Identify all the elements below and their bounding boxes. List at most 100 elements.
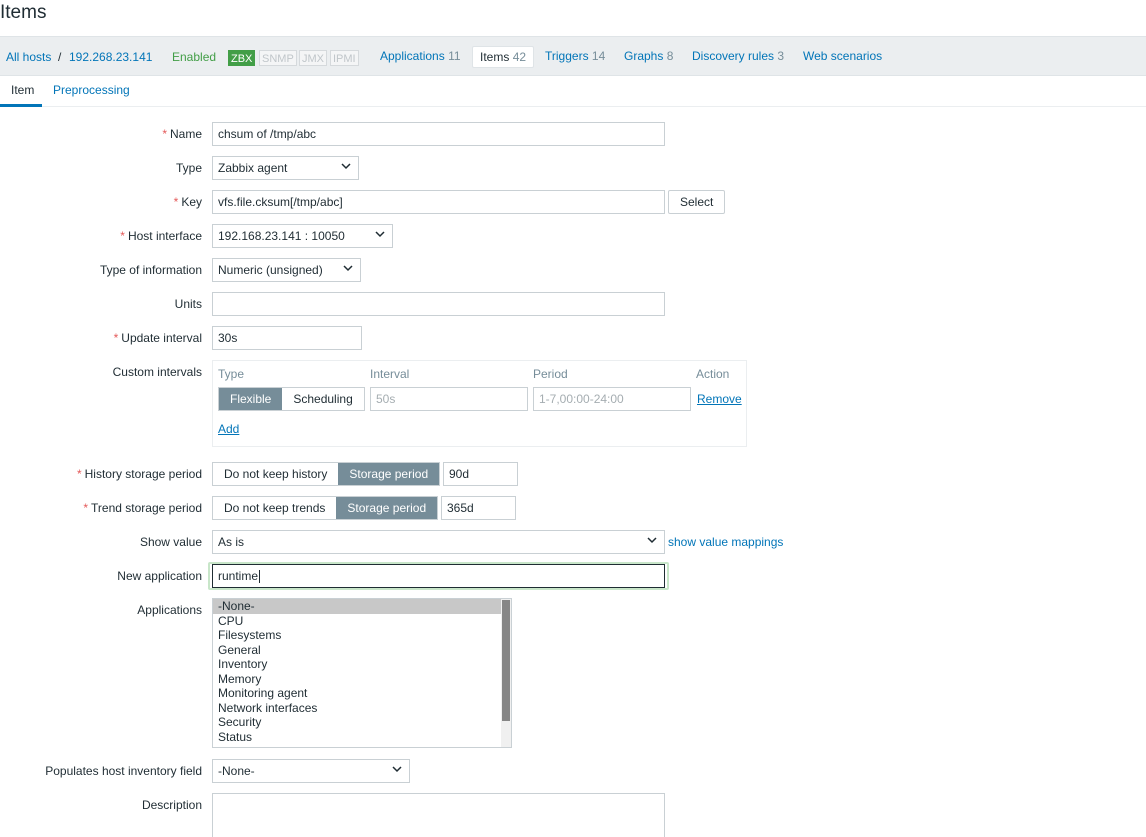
select-value: Zabbix agent bbox=[218, 161, 288, 175]
form-tabs: Item Preprocessing bbox=[0, 77, 1146, 107]
storage-period-option[interactable]: Storage period bbox=[338, 463, 440, 485]
chevron-down-icon bbox=[341, 163, 351, 170]
select-value: Numeric (unsigned) bbox=[218, 263, 323, 277]
host-status-enabled[interactable]: Enabled bbox=[172, 50, 216, 64]
listbox-scrollbar[interactable] bbox=[501, 599, 511, 747]
breadcrumb-separator: / bbox=[58, 50, 62, 64]
trend-storage-toggle: Do not keep trends Storage period bbox=[212, 496, 439, 520]
list-item[interactable]: Inventory bbox=[213, 657, 502, 672]
inventory-field-select[interactable]: -None- bbox=[212, 759, 410, 783]
period-input[interactable]: 1-7,00:00-24:00 bbox=[533, 387, 691, 411]
storage-period-option[interactable]: Storage period bbox=[336, 497, 438, 519]
tab-count: 14 bbox=[591, 49, 606, 63]
label-text: Host interface bbox=[127, 229, 202, 243]
do-not-keep-trends-option[interactable]: Do not keep trends bbox=[213, 497, 336, 519]
trend-period-input[interactable]: 365d bbox=[441, 496, 516, 520]
zbx-availability-badge: ZBX bbox=[228, 50, 256, 66]
list-item[interactable]: Monitoring agent bbox=[213, 686, 502, 701]
tab-web-scenarios[interactable]: Web scenarios bbox=[796, 46, 889, 68]
applications-listbox[interactable]: -None- CPU Filesystems General Inventory… bbox=[212, 598, 512, 748]
select-value: 192.168.23.141 : 10050 bbox=[218, 229, 345, 243]
key-input[interactable]: vfs.file.cksum[/tmp/abc] bbox=[212, 190, 665, 214]
column-interval: Interval bbox=[370, 367, 410, 381]
active-tab-indicator bbox=[0, 104, 42, 107]
list-item[interactable]: Filesystems bbox=[213, 628, 502, 643]
column-type: Type bbox=[218, 367, 245, 381]
applications-label: Applications bbox=[137, 603, 202, 617]
name-input[interactable]: chsum of /tmp/abc bbox=[212, 122, 665, 146]
label-text: Trend storage period bbox=[91, 501, 202, 515]
name-label: * Name bbox=[162, 127, 202, 141]
label-text: History storage period bbox=[84, 467, 202, 481]
text-caret bbox=[259, 570, 261, 584]
required-asterisk: * bbox=[113, 331, 119, 345]
type-of-information-select[interactable]: Numeric (unsigned) bbox=[212, 258, 361, 282]
list-item[interactable]: Security bbox=[213, 715, 502, 730]
snmp-availability-badge: SNMP bbox=[259, 50, 297, 66]
list-item[interactable]: Network interfaces bbox=[213, 701, 502, 716]
tab-preprocessing[interactable]: Preprocessing bbox=[53, 83, 130, 97]
tab-label: Triggers bbox=[545, 49, 589, 63]
scheduling-option[interactable]: Scheduling bbox=[282, 388, 363, 410]
description-label: Description bbox=[141, 798, 202, 812]
units-input[interactable] bbox=[212, 292, 665, 316]
list-item[interactable]: -None- bbox=[213, 599, 502, 614]
scrollbar-thumb[interactable] bbox=[502, 600, 510, 721]
required-asterisk: * bbox=[162, 127, 167, 141]
all-hosts-link[interactable]: All hosts bbox=[6, 50, 51, 64]
select-value: As is bbox=[218, 535, 245, 549]
update-interval-label: * Update interval bbox=[114, 331, 202, 345]
column-action: Action bbox=[696, 367, 730, 381]
show-value-mappings-link[interactable]: show value mappings bbox=[668, 535, 783, 549]
new-application-input[interactable]: runtime bbox=[212, 564, 665, 588]
show-value-select[interactable]: As is bbox=[212, 530, 665, 554]
chevron-down-icon bbox=[343, 265, 353, 272]
key-select-button[interactable]: Select bbox=[668, 190, 726, 214]
host-navigation-bar: All hosts / 192.268.23.141 Enabled ZBX S… bbox=[0, 36, 1146, 76]
column-period: Period bbox=[533, 367, 568, 381]
input-value: runtime bbox=[218, 569, 259, 583]
tab-count: 42 bbox=[512, 50, 527, 64]
tab-label: Applications bbox=[380, 49, 445, 63]
list-item[interactable]: CPU bbox=[213, 614, 502, 629]
update-interval-input[interactable]: 30s bbox=[212, 326, 362, 350]
key-label: * Key bbox=[174, 195, 202, 209]
flexible-option[interactable]: Flexible bbox=[219, 388, 283, 410]
tab-label: Graphs bbox=[624, 49, 664, 63]
description-textarea[interactable] bbox=[212, 793, 665, 837]
type-select[interactable]: Zabbix agent bbox=[212, 156, 359, 180]
new-application-label: New application bbox=[117, 569, 202, 583]
custom-intervals-label: Custom intervals bbox=[112, 365, 202, 379]
tab-discovery-rules[interactable]: Discovery rules 3 bbox=[685, 46, 791, 68]
do-not-keep-history-option[interactable]: Do not keep history bbox=[213, 463, 338, 485]
tab-graphs[interactable]: Graphs 8 bbox=[617, 46, 680, 68]
list-item[interactable]: General bbox=[213, 643, 502, 658]
required-asterisk: * bbox=[76, 467, 82, 481]
label-text: Update interval bbox=[121, 331, 202, 345]
tab-count: 8 bbox=[666, 49, 674, 63]
chevron-down-icon bbox=[647, 537, 657, 544]
inventory-field-label: Populates host inventory field bbox=[45, 764, 202, 778]
tab-applications[interactable]: Applications 11 bbox=[373, 46, 468, 68]
host-link[interactable]: 192.268.23.141 bbox=[69, 50, 152, 64]
list-item[interactable]: Status bbox=[213, 730, 502, 745]
history-period-input[interactable]: 90d bbox=[443, 462, 518, 486]
tab-items[interactable]: Items 42 bbox=[472, 46, 535, 68]
required-asterisk: * bbox=[173, 195, 179, 209]
tab-item[interactable]: Item bbox=[11, 83, 34, 97]
add-interval-link[interactable]: Add bbox=[218, 422, 239, 436]
tab-count: 11 bbox=[448, 49, 461, 63]
interval-input[interactable]: 50s bbox=[370, 387, 528, 411]
ipmi-availability-badge: IPMI bbox=[330, 50, 359, 66]
history-storage-label: * History storage period bbox=[77, 467, 202, 481]
tab-label: Discovery rules bbox=[692, 49, 775, 63]
remove-interval-link[interactable]: Remove bbox=[697, 392, 742, 406]
tab-triggers[interactable]: Triggers 14 bbox=[538, 46, 612, 68]
type-label: Type bbox=[175, 161, 202, 175]
label-text: Name bbox=[169, 127, 202, 141]
list-item[interactable]: Memory bbox=[213, 672, 502, 687]
custom-intervals-table: Type Interval Period Action Flexible Sch… bbox=[212, 360, 747, 447]
host-interface-select[interactable]: 192.168.23.141 : 10050 bbox=[212, 224, 393, 248]
trend-storage-label: * Trend storage period bbox=[83, 501, 202, 515]
units-label: Units bbox=[174, 297, 202, 311]
